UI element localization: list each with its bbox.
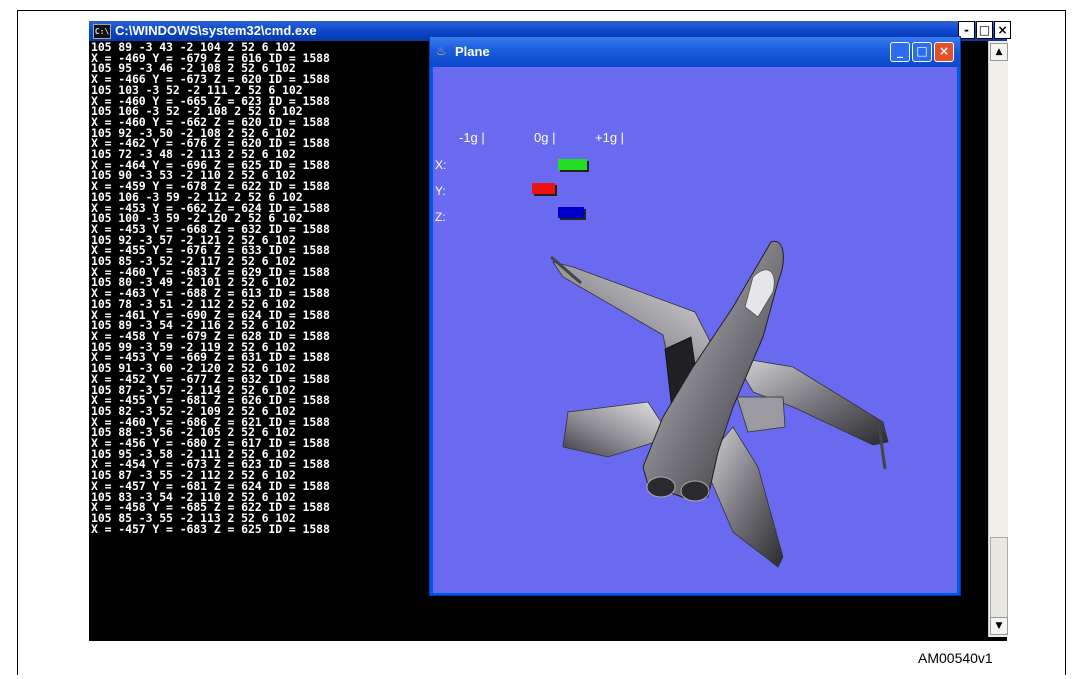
scroll-down-button[interactable]: ▼ — [990, 617, 1008, 635]
scroll-thumb[interactable] — [990, 537, 1008, 619]
close-button[interactable]: × — [934, 42, 954, 62]
plane-window[interactable]: ♨ Plane _ □ × -1g | 0g | +1g | X: Y: Z: — [429, 36, 961, 596]
java-cup-icon: ♨ — [436, 44, 447, 58]
jet-3d-model — [550, 240, 889, 568]
restore-button[interactable]: □ — [976, 21, 993, 39]
minimize-button[interactable]: _ — [890, 42, 910, 62]
figure-caption: AM00540v1 — [918, 650, 993, 666]
maximize-button[interactable]: □ — [912, 42, 932, 62]
plane-titlebar[interactable]: ♨ Plane _ □ × — [430, 37, 960, 67]
plane-render-canvas[interactable]: -1g | 0g | +1g | X: Y: Z: — [433, 67, 957, 593]
vertical-scrollbar[interactable]: ▲ ▼ — [988, 41, 1008, 637]
cmd-icon[interactable]: C:\ — [93, 24, 111, 39]
cmd-title: C:\WINDOWS\system32\cmd.exe — [115, 23, 317, 38]
scroll-up-button[interactable]: ▲ — [990, 43, 1008, 61]
plane-title: Plane — [455, 44, 490, 59]
cmd-window-controls: - □ × — [958, 21, 1011, 39]
close-button[interactable]: × — [994, 21, 1011, 39]
